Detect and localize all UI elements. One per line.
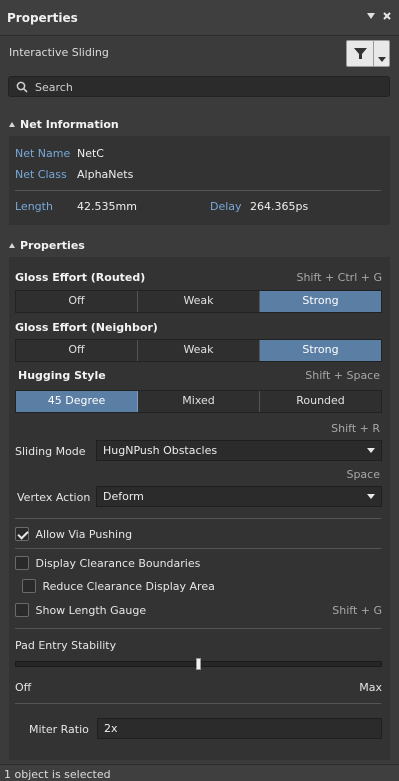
vertex-action-hotkey: Space: [346, 468, 380, 481]
divider: [15, 190, 381, 191]
status-bar: 1 object is selected: [0, 764, 399, 781]
hugging-mixed-option[interactable]: Mixed: [138, 391, 260, 412]
collapse-triangle-icon: [9, 243, 15, 248]
reduce-clearance-display-area-label: Reduce Clearance Display Area: [42, 579, 215, 593]
show-length-gauge-label: Show Length Gauge: [35, 603, 147, 617]
delay-label: Delay: [210, 200, 242, 213]
length-label: Length: [15, 200, 53, 213]
sliding-mode-value: HugNPush Obstacles: [103, 444, 218, 457]
allow-via-pushing-label: Allow Via Pushing: [35, 527, 133, 541]
hugging-style-segmented: 45 Degree Mixed Rounded: [15, 390, 382, 413]
properties-header[interactable]: Properties: [9, 239, 85, 252]
checkbox-checked-icon: [15, 527, 29, 541]
sliding-mode-label: Sliding Mode: [15, 445, 86, 458]
gloss-effort-routed-label: Gloss Effort (Routed): [15, 271, 146, 284]
miter-ratio-label: Miter Ratio: [29, 723, 89, 736]
slider-thumb[interactable]: [196, 658, 201, 670]
pin-icon[interactable]: [364, 11, 378, 25]
filter-dropdown-button[interactable]: [374, 40, 390, 67]
delay-value: 264.365ps: [250, 200, 309, 213]
filter-button[interactable]: [346, 40, 374, 67]
length-value: 42.535mm: [77, 200, 137, 213]
filter-icon: [354, 47, 367, 63]
hugging-45-degree-option[interactable]: 45 Degree: [16, 391, 138, 412]
net-class-label: Net Class: [15, 168, 67, 181]
gloss-neighbor-weak-option[interactable]: Weak: [138, 340, 260, 361]
show-length-gauge-checkbox[interactable]: Show Length Gauge: [15, 603, 146, 617]
gloss-neighbor-off-option[interactable]: Off: [16, 340, 138, 361]
hugging-style-hotkey: Shift + Space: [305, 369, 380, 382]
net-information-header[interactable]: Net Information: [9, 118, 119, 131]
miter-ratio-input[interactable]: 2x: [97, 718, 382, 739]
search-placeholder: Search: [35, 81, 73, 94]
search-input[interactable]: Search: [8, 76, 390, 97]
pad-entry-stability-label: Pad Entry Stability: [15, 639, 117, 652]
sliding-mode-select[interactable]: HugNPush Obstacles: [96, 440, 382, 461]
gloss-routed-strong-option[interactable]: Strong: [260, 291, 381, 312]
show-length-gauge-hotkey: Shift + G: [332, 604, 382, 617]
miter-ratio-value: 2x: [104, 722, 118, 735]
gloss-effort-routed-segmented: Off Weak Strong: [15, 290, 382, 313]
divider: [15, 703, 381, 704]
vertex-action-label: Vertex Action: [17, 491, 91, 504]
sliding-mode-hotkey: Shift + R: [331, 422, 380, 435]
net-name-label: Net Name: [15, 147, 71, 160]
net-information-heading: Net Information: [20, 118, 119, 131]
net-class-value: AlphaNets: [77, 168, 134, 181]
mode-label: Interactive Sliding: [9, 46, 109, 59]
checkbox-unchecked-icon: [15, 603, 29, 617]
vertex-action-value: Deform: [103, 490, 144, 503]
panel-title: Properties: [7, 11, 78, 25]
display-clearance-boundaries-label: Display Clearance Boundaries: [35, 556, 201, 570]
slider-max-label: Max: [359, 681, 382, 694]
net-name-value: NetC: [77, 147, 104, 160]
allow-via-pushing-checkbox[interactable]: Allow Via Pushing: [15, 527, 132, 541]
gloss-effort-routed-hotkey: Shift + Ctrl + G: [296, 271, 382, 284]
divider: [15, 548, 381, 549]
gloss-routed-weak-option[interactable]: Weak: [138, 291, 260, 312]
gloss-routed-off-option[interactable]: Off: [16, 291, 138, 312]
chevron-down-icon: [367, 494, 375, 499]
vertex-action-select[interactable]: Deform: [96, 486, 382, 507]
slider-min-label: Off: [15, 681, 32, 694]
panel-title-bar: Properties: [0, 0, 399, 36]
checkbox-unchecked-icon: [22, 579, 36, 593]
divider: [15, 518, 381, 519]
gloss-neighbor-strong-option[interactable]: Strong: [260, 340, 381, 361]
reduce-clearance-display-area-checkbox[interactable]: Reduce Clearance Display Area: [22, 579, 215, 593]
display-clearance-boundaries-checkbox[interactable]: Display Clearance Boundaries: [15, 556, 200, 570]
close-icon[interactable]: [380, 11, 394, 25]
gloss-effort-neighbor-segmented: Off Weak Strong: [15, 339, 382, 362]
divider: [15, 628, 381, 629]
gloss-effort-neighbor-label: Gloss Effort (Neighbor): [15, 321, 158, 334]
hugging-rounded-option[interactable]: Rounded: [260, 391, 381, 412]
chevron-down-icon: [378, 52, 386, 65]
collapse-triangle-icon: [9, 122, 15, 127]
hugging-style-label: Hugging Style: [18, 369, 106, 382]
chevron-down-icon: [367, 448, 375, 453]
search-icon: [16, 81, 28, 96]
properties-heading: Properties: [20, 239, 85, 252]
checkbox-unchecked-icon: [15, 556, 29, 570]
status-text: 1 object is selected: [4, 768, 111, 781]
